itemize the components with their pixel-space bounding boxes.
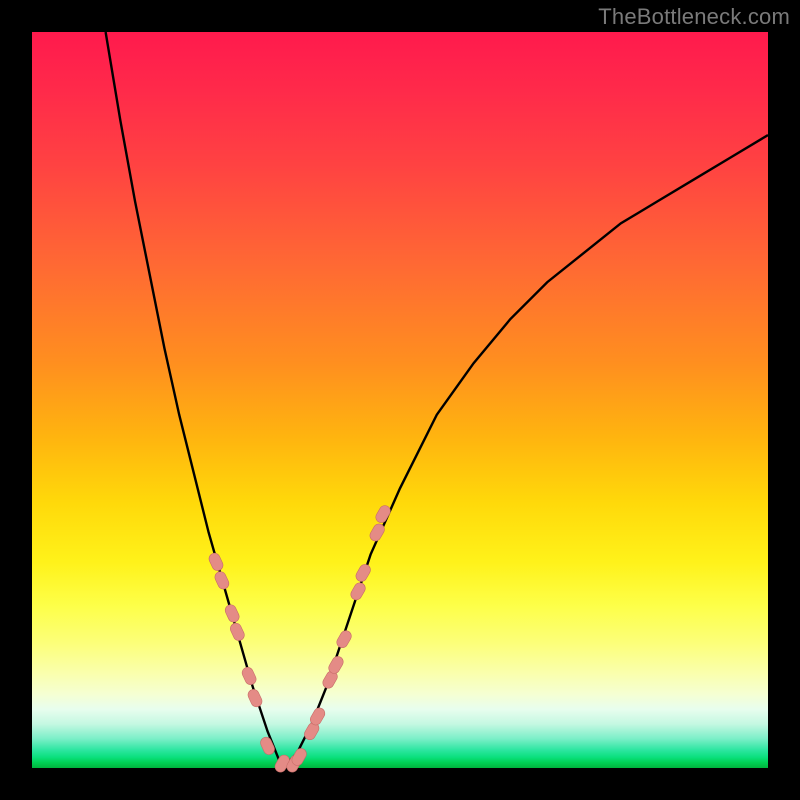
marker-group xyxy=(207,504,392,775)
curve-marker xyxy=(259,735,277,756)
curve-marker xyxy=(374,504,393,525)
curve-marker xyxy=(246,688,264,709)
bottleneck-curve xyxy=(106,32,768,768)
curve-marker xyxy=(207,551,225,572)
watermark-text: TheBottleneck.com xyxy=(598,4,790,30)
curve-marker xyxy=(240,666,258,687)
curve-marker xyxy=(349,581,368,602)
curve-marker xyxy=(213,570,231,591)
curve-svg xyxy=(32,32,768,768)
curve-marker xyxy=(335,629,354,650)
chart-frame: TheBottleneck.com xyxy=(0,0,800,800)
curve-marker xyxy=(354,562,373,583)
curve-marker xyxy=(229,621,247,642)
plot-area xyxy=(32,32,768,768)
curve-marker xyxy=(223,603,241,624)
